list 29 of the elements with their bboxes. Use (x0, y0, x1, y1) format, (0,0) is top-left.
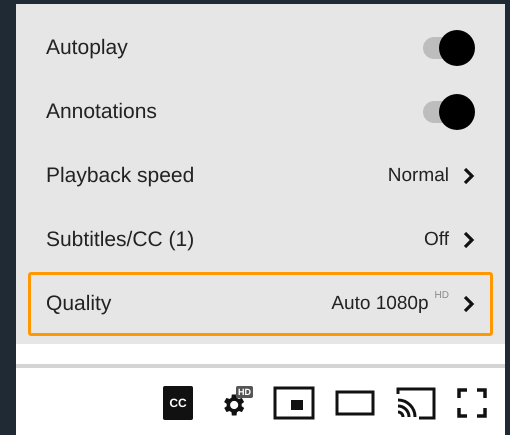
menu-item[interactable]: Autoplay (28, 16, 493, 80)
menu-item-value: Auto 1080p (331, 292, 429, 316)
menu-item-label: Subtitles/CC (1) (46, 227, 194, 254)
miniplayer-button[interactable] (273, 386, 315, 420)
menu-item[interactable]: Annotations (28, 80, 493, 144)
menu-item-value: Off (424, 228, 449, 252)
toggle-switch[interactable] (423, 30, 475, 66)
rectangle-icon (335, 390, 375, 416)
chevron-right-icon (463, 167, 475, 185)
hd-badge: HD (236, 386, 253, 398)
cast-icon (395, 386, 437, 420)
menu-item-value: Normal (388, 164, 449, 188)
fullscreen-button[interactable] (457, 386, 487, 420)
menu-item-label: Autoplay (46, 35, 128, 62)
fullscreen-icon (457, 388, 487, 418)
toggle-switch[interactable] (423, 94, 475, 130)
settings-button[interactable]: HD (213, 386, 253, 420)
hd-label: HD (434, 288, 449, 303)
menu-item-label: Quality (46, 291, 112, 318)
menu-item-label: Playback speed (46, 163, 194, 190)
subtitles-button[interactable]: CC (163, 386, 193, 420)
menu-item[interactable]: Playback speed Normal (28, 144, 493, 208)
miniplayer-icon (273, 386, 315, 420)
menu-item[interactable]: Quality Auto 1080p HD (28, 272, 493, 336)
menu-item-label: Annotations (46, 99, 157, 126)
cast-button[interactable] (395, 386, 437, 420)
chevron-right-icon (463, 231, 475, 249)
chevron-right-icon (463, 295, 475, 313)
menu-item[interactable]: Subtitles/CC (1) Off (28, 208, 493, 272)
